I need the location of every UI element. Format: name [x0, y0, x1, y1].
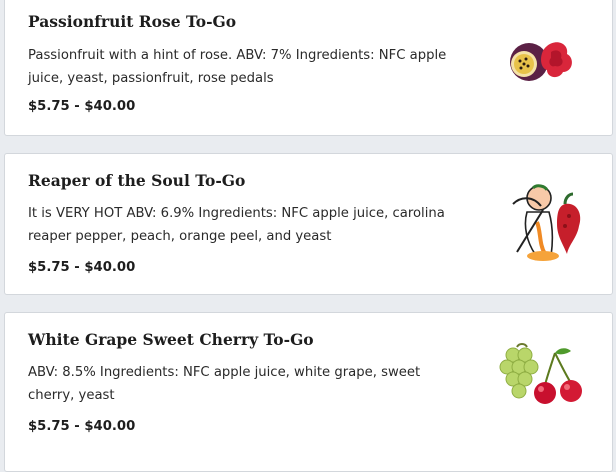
product-card[interactable]: White Grape Sweet Cherry To-Go ABV: 8.5%…: [4, 312, 613, 472]
grape-cherry-icon[interactable]: [495, 343, 587, 407]
product-price: $5.75 - $40.00: [28, 99, 136, 114]
product-description: It is VERY HOT ABV: 6.9% Ingredients: NF…: [28, 206, 445, 244]
product-price: $5.75 - $40.00: [28, 419, 136, 434]
product-title[interactable]: Passionfruit Rose To-Go: [28, 12, 236, 31]
product-title[interactable]: White Grape Sweet Cherry To-Go: [28, 330, 314, 349]
reaper-pepper-peach-icon[interactable]: [507, 182, 587, 268]
product-card[interactable]: Passionfruit Rose To-Go Passionfruit wit…: [4, 0, 613, 136]
product-card[interactable]: Reaper of the Soul To-Go It is VERY HOT …: [4, 153, 613, 295]
product-price: $5.75 - $40.00: [28, 260, 136, 275]
passionfruit-rose-icon[interactable]: [507, 38, 575, 84]
product-description: ABV: 8.5% Ingredients: NFC apple juice, …: [28, 365, 421, 403]
product-description: Passionfruit with a hint of rose. ABV: 7…: [28, 48, 447, 86]
product-title[interactable]: Reaper of the Soul To-Go: [28, 171, 245, 190]
